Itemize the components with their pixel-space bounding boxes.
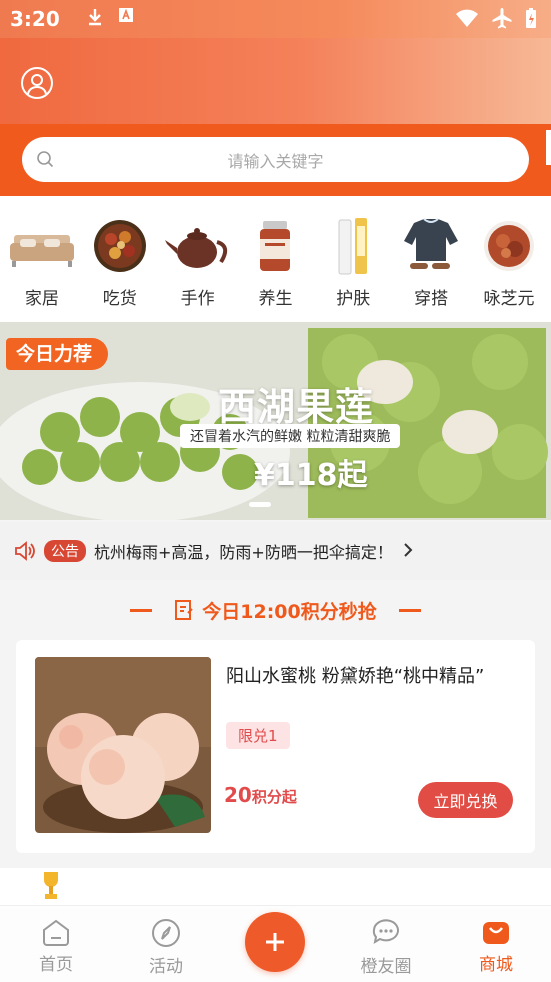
chat-bubble-icon (372, 919, 399, 945)
status-bar: 3:20 (0, 0, 551, 38)
flash-sale-heading: 今日12:00积分秒抢 (0, 580, 551, 640)
carousel-indicator-active (249, 502, 271, 507)
trophy-icon (40, 870, 62, 906)
category-skincare[interactable]: 护肤 (317, 196, 389, 322)
category-label: 养生 (258, 289, 293, 309)
airplane-mode-icon (491, 7, 513, 33)
points-unit: 积分起 (251, 788, 297, 806)
notice-badge: 公告 (44, 540, 86, 562)
user-icon (27, 74, 47, 95)
category-label: 吃货 (102, 289, 137, 309)
category-label: 咏芝元 (483, 289, 535, 309)
redeem-button[interactable]: 立即兑换 (418, 782, 513, 818)
category-label: 穿搭 (414, 289, 449, 309)
edit-note-icon (174, 599, 194, 621)
heading-dash-right (398, 608, 421, 612)
product-title: 阳山水蜜桃 粉黛娇艳“桃中精品” (226, 666, 485, 687)
peach-image (35, 657, 211, 833)
category-yongzhiyuan[interactable]: 咏芝元 (473, 196, 545, 322)
category-label: 手作 (180, 289, 215, 309)
plus-icon (266, 933, 284, 951)
limit-badge: 限兑1 (226, 722, 290, 749)
speaker-icon (14, 541, 36, 561)
teapot-icon (163, 214, 233, 278)
heading-dash-left (130, 608, 153, 612)
category-outfit[interactable]: 穿搭 (395, 196, 467, 322)
clock: 3:20 (10, 7, 60, 31)
tab-label: 橙友圈 (360, 957, 412, 977)
supplement-jar-icon (240, 214, 310, 278)
scroll-edge-indicator (546, 130, 551, 165)
category-health[interactable]: 养生 (239, 196, 311, 322)
tab-activity[interactable]: 活动 (126, 918, 206, 977)
banner-headline: 西湖果莲 (218, 385, 375, 429)
category-home[interactable]: 家居 (6, 196, 78, 322)
flash-sale-title: 今日12:00积分秒抢 (202, 600, 377, 623)
snack-bowl-icon (85, 214, 155, 278)
download-icon (86, 7, 104, 31)
chevron-right-icon (403, 541, 413, 562)
serum-bottles-icon (318, 214, 388, 278)
product-card[interactable]: 阳山水蜜桃 粉黛娇艳“桃中精品” 限兑1 20积分起 立即兑换 (16, 640, 535, 853)
next-section-peek (0, 868, 551, 908)
tab-label: 商城 (479, 955, 513, 975)
category-label: 护肤 (336, 289, 371, 309)
home-icon (43, 919, 69, 946)
points-number: 20 (224, 783, 252, 807)
lingzhi-icon (474, 214, 544, 278)
search-input[interactable]: 请输入关键字 (22, 137, 529, 182)
compass-icon (152, 919, 180, 947)
points-price: 20积分起 (224, 783, 297, 807)
tab-home[interactable]: 首页 (16, 918, 96, 975)
category-food[interactable]: 吃货 (84, 196, 156, 322)
category-label: 家居 (24, 289, 59, 309)
recommend-tag: 今日力荐 (6, 338, 109, 370)
category-craft[interactable]: 手作 (162, 196, 234, 322)
user-avatar[interactable] (21, 67, 53, 99)
wifi-icon (455, 8, 479, 32)
app-notification-icon (118, 7, 134, 31)
search-icon (36, 150, 54, 172)
tab-mall[interactable]: 商城 (456, 918, 536, 975)
category-row: 家居 吃货 手作 养生 护肤 穿搭 咏芝元 (0, 196, 551, 322)
banner-subtitle: 还冒着水汽的鲜嫩 粒粒清甜爽脆 (180, 424, 401, 448)
clothing-icon (396, 214, 466, 278)
promo-banner[interactable]: 今日力荐 西湖果莲 还冒着水汽的鲜嫩 粒粒清甜爽脆 ¥118起 (0, 322, 551, 520)
bed-icon (7, 214, 77, 278)
announcement-bar[interactable]: 公告 杭州梅雨+高温，防雨+防晒一把伞搞定！ (0, 522, 551, 580)
tab-friends[interactable]: 橙友圈 (346, 918, 426, 977)
notice-text: 杭州梅雨+高温，防雨+防晒一把伞搞定！ (94, 543, 393, 562)
battery-icon (525, 7, 537, 33)
search-placeholder: 请输入关键字 (227, 151, 324, 171)
header-background (0, 38, 551, 124)
add-post-button[interactable] (245, 912, 305, 972)
tab-label: 活动 (149, 957, 183, 977)
shopping-bag-icon (483, 922, 509, 944)
tab-label: 首页 (39, 955, 73, 975)
banner-price: ¥118起 (254, 458, 368, 493)
